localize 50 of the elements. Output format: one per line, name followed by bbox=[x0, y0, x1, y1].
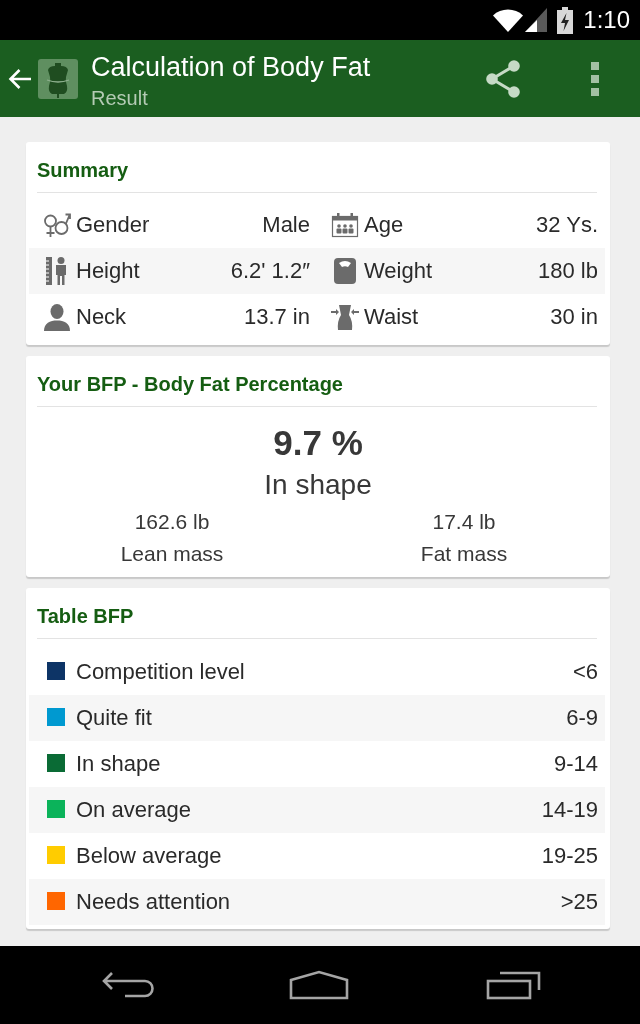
range-label: In shape bbox=[76, 751, 161, 777]
calendar-icon bbox=[331, 212, 359, 238]
app-title: Calculation of Body Fat bbox=[91, 52, 371, 82]
summary-value: 180 lb bbox=[538, 258, 598, 284]
recents-icon bbox=[486, 970, 542, 1000]
summary-label: Age bbox=[364, 212, 404, 238]
mass-label: Lean mass bbox=[120, 541, 224, 567]
card-title: Table BFP bbox=[37, 604, 134, 628]
card-title: Summary bbox=[37, 158, 129, 182]
back-icon bbox=[101, 971, 155, 999]
range-value: <6 bbox=[572, 659, 598, 685]
range-label: Needs attention bbox=[76, 889, 231, 915]
range-value: 14-19 bbox=[541, 797, 598, 823]
card-title: Your BFP - Body Fat Percentage bbox=[37, 372, 343, 396]
torso-arrows-icon bbox=[331, 303, 359, 331]
home-icon bbox=[289, 970, 349, 1000]
app-subtitle: Result bbox=[91, 87, 148, 109]
share-icon bbox=[485, 59, 521, 98]
summary-label: Gender bbox=[76, 212, 150, 238]
summary-label: Waist bbox=[364, 304, 419, 330]
summary-value: 32 Ys. bbox=[536, 212, 598, 238]
bfp-percentage: 9.7 % bbox=[273, 423, 363, 463]
mass-value: 162.6 lb bbox=[134, 509, 210, 535]
range-label: Competition level bbox=[76, 659, 245, 685]
person-silhouette-icon bbox=[43, 303, 71, 331]
mass-label: Fat mass bbox=[420, 541, 508, 567]
summary-label: Height bbox=[76, 258, 140, 284]
battery-charging-icon bbox=[557, 6, 574, 34]
summary-label: Neck bbox=[76, 304, 127, 330]
range-value: 6-9 bbox=[566, 705, 598, 731]
range-label: Below average bbox=[76, 843, 222, 869]
range-label: Quite fit bbox=[76, 705, 152, 731]
status-time: 1:10 bbox=[583, 6, 630, 34]
range-label: On average bbox=[76, 797, 191, 823]
summary-value: 13.7 in bbox=[243, 304, 310, 330]
summary-value: 6.2' 1.2″ bbox=[230, 258, 310, 284]
range-value: 9-14 bbox=[553, 751, 598, 777]
summary-value: Male bbox=[262, 212, 310, 238]
summary-value: 30 in bbox=[550, 304, 598, 330]
back-arrow-icon bbox=[8, 67, 32, 90]
mass-value: 17.4 lb bbox=[432, 509, 496, 535]
summary-label: Weight bbox=[364, 258, 433, 284]
range-value: >25 bbox=[560, 889, 598, 915]
bfp-category: In shape bbox=[264, 469, 372, 501]
range-value: 19-25 bbox=[541, 843, 598, 869]
scale-icon bbox=[331, 257, 359, 285]
menu-icon bbox=[591, 61, 599, 96]
dress-form-icon bbox=[38, 58, 78, 99]
signal-icon bbox=[525, 8, 548, 32]
gender-icon bbox=[43, 212, 71, 238]
